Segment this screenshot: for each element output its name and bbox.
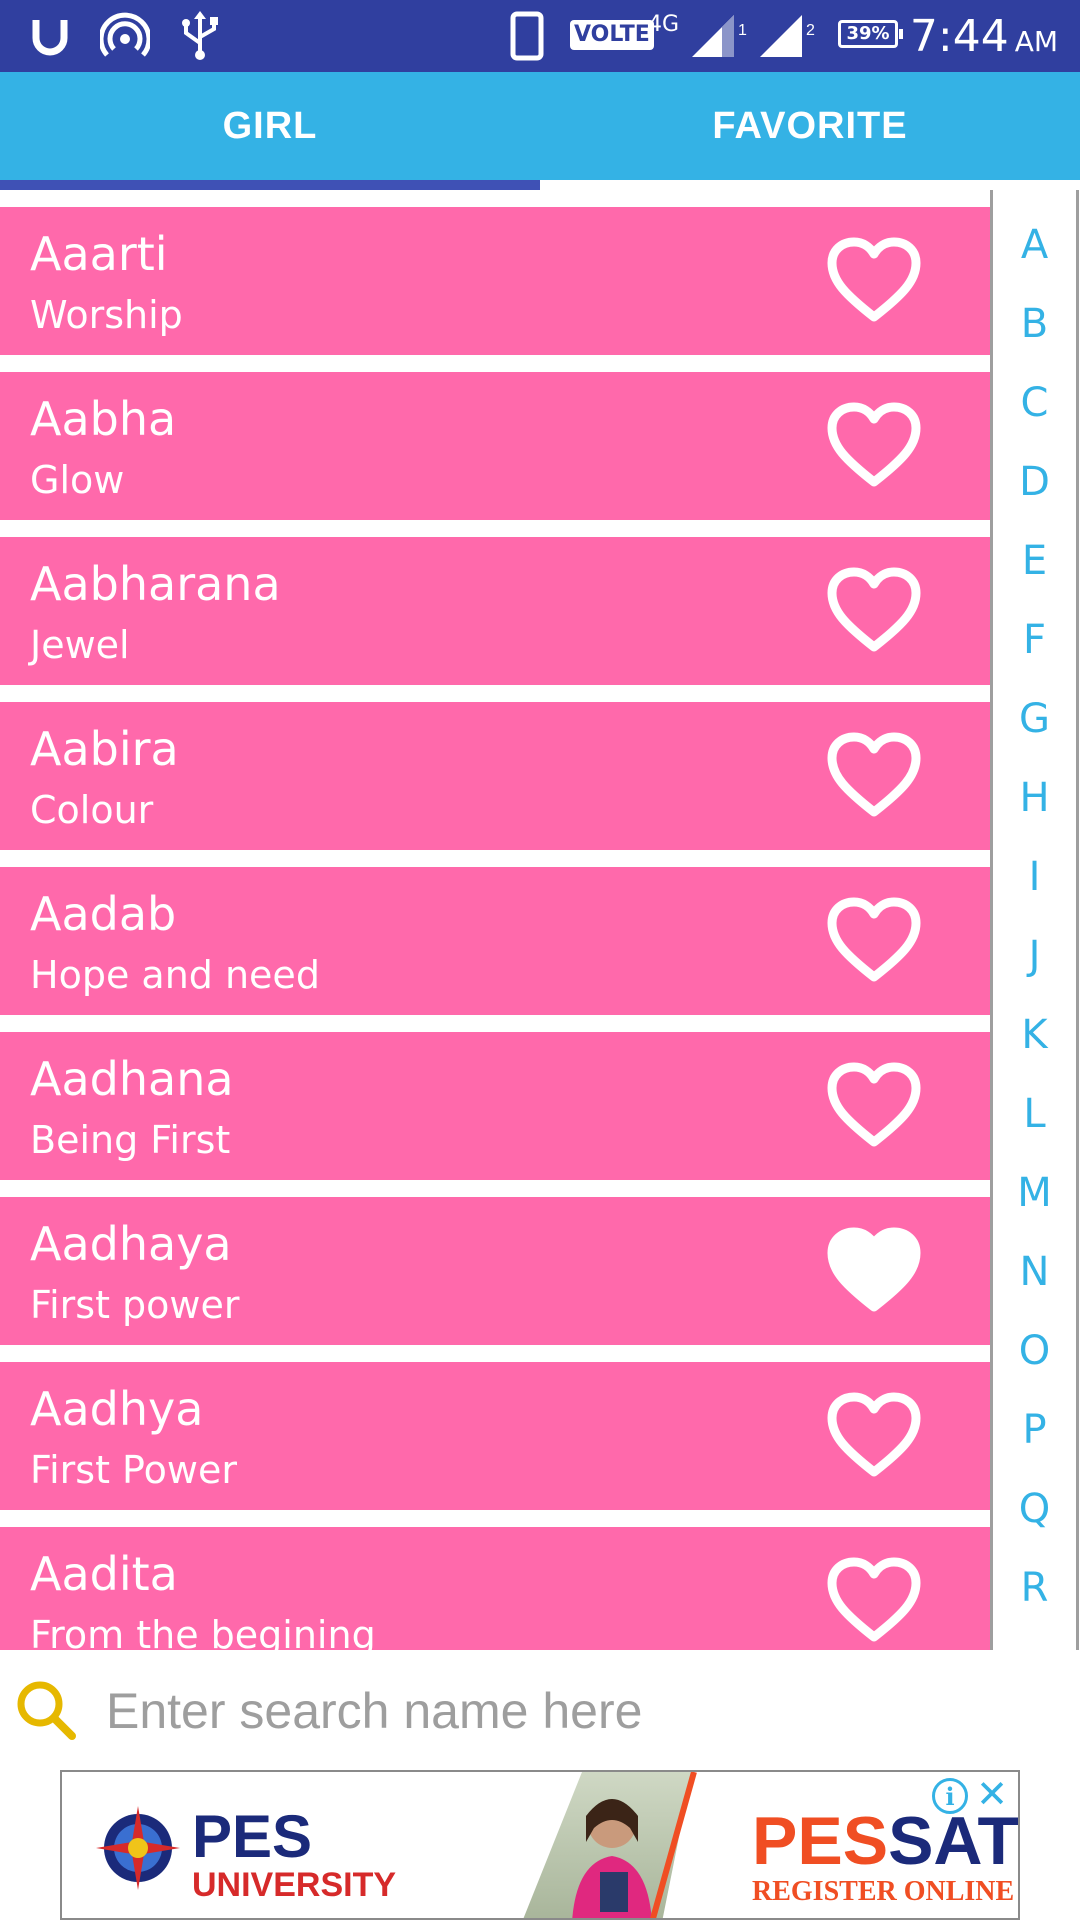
alphabet-letter-q[interactable]: Q <box>993 1469 1076 1548</box>
meaning-label: Worship <box>30 293 183 337</box>
ad-left-title: PES <box>192 1803 313 1870</box>
status-bar: VOLTE 4G 1 2 39% 7:44 AM <box>0 0 1080 72</box>
name-label: Aadhaya <box>30 1217 232 1271</box>
heart-outline-icon[interactable] <box>826 567 922 653</box>
phone-icon <box>510 0 544 72</box>
tab-indicator <box>0 180 540 190</box>
alphabet-letter-d[interactable]: D <box>993 442 1076 521</box>
alphabet-letter-i[interactable]: I <box>993 837 1076 916</box>
ad-info-icon[interactable]: i <box>932 1778 968 1814</box>
heart-outline-icon[interactable] <box>826 897 922 983</box>
heart-outline-icon[interactable] <box>826 237 922 323</box>
list-item[interactable]: Aadab Hope and need <box>0 867 990 1015</box>
list-item[interactable]: Aaarti Worship <box>0 207 990 355</box>
scrollbar[interactable] <box>1076 190 1079 1650</box>
list-item[interactable]: Aadhaya First power <box>0 1197 990 1345</box>
names-list[interactable]: Aaarti Worship Aabha Glow Aabharana Jewel Aabi… <box>0 190 990 1650</box>
alphabet-letter-k[interactable]: K <box>993 995 1076 1074</box>
alphabet-index[interactable]: ABCDEFGHIJKLMNOPQR <box>993 205 1076 1627</box>
ad-right-subtitle: REGISTER ONLINE <box>752 1876 1015 1907</box>
heart-outline-icon[interactable] <box>826 732 922 818</box>
name-label: Aabharana <box>30 557 281 611</box>
name-label: Aadita <box>30 1547 178 1601</box>
network-type: 4G <box>648 12 680 37</box>
pes-logo-icon <box>92 1802 184 1899</box>
heart-outline-icon[interactable] <box>826 1557 922 1643</box>
alphabet-letter-b[interactable]: B <box>993 284 1076 363</box>
meaning-label: First Power <box>30 1448 237 1492</box>
search-input[interactable] <box>104 1670 1048 1752</box>
search-bar <box>0 1650 1080 1770</box>
name-label: Aabha <box>30 392 177 446</box>
alphabet-letter-p[interactable]: P <box>993 1390 1076 1469</box>
volte-badge: VOLTE <box>570 20 654 50</box>
ad-photo <box>462 1772 722 1918</box>
list-item[interactable]: Aabira Colour <box>0 702 990 850</box>
hotspot-icon <box>100 0 150 72</box>
sim1-label: 1 <box>738 22 747 39</box>
meaning-label: Jewel <box>30 623 130 667</box>
heart-outline-icon[interactable] <box>826 1062 922 1148</box>
alphabet-letter-c[interactable]: C <box>993 363 1076 442</box>
alphabet-letter-o[interactable]: O <box>993 1311 1076 1390</box>
sim2-label: 2 <box>806 22 815 39</box>
meaning-label: From the begining <box>30 1613 376 1650</box>
alphabet-letter-f[interactable]: F <box>993 600 1076 679</box>
list-item[interactable]: Aadhana Being First <box>0 1032 990 1180</box>
tab-favorite[interactable]: FAVORITE <box>540 72 1080 180</box>
alphabet-letter-j[interactable]: J <box>993 916 1076 995</box>
battery-icon: 39% <box>838 20 903 48</box>
meaning-label: Being First <box>30 1118 231 1162</box>
meaning-label: Colour <box>30 788 154 832</box>
tab-girl[interactable]: GIRL <box>0 72 540 180</box>
ad-right-title-part1: PES <box>752 1803 889 1879</box>
u-icon <box>30 0 70 72</box>
alphabet-letter-a[interactable]: A <box>993 205 1076 284</box>
name-label: Aadab <box>30 887 177 941</box>
signal-icon-sim2 <box>758 0 808 72</box>
list-item[interactable]: Aabharana Jewel <box>0 537 990 685</box>
signal-icon-sim1 <box>690 0 740 72</box>
clock-ampm: AM <box>1014 24 1058 58</box>
ad-left-panel: PES UNIVERSITY <box>62 1772 462 1918</box>
meaning-label: Glow <box>30 458 125 502</box>
meaning-label: Hope and need <box>30 953 320 997</box>
alphabet-letter-g[interactable]: G <box>993 679 1076 758</box>
name-label: Aadhya <box>30 1382 204 1436</box>
alphabet-letter-l[interactable]: L <box>993 1074 1076 1153</box>
heart-filled-icon[interactable] <box>826 1227 922 1313</box>
clock-time: 7:44 <box>909 10 1009 62</box>
search-icon[interactable] <box>14 1678 78 1742</box>
alphabet-letter-h[interactable]: H <box>993 758 1076 837</box>
name-label: Aadhana <box>30 1052 234 1106</box>
meaning-label: First power <box>30 1283 240 1327</box>
alphabet-letter-m[interactable]: M <box>993 1153 1076 1232</box>
list-item[interactable]: Aadita From the begining <box>0 1527 990 1650</box>
heart-outline-icon[interactable] <box>826 402 922 488</box>
alphabet-letter-r[interactable]: R <box>993 1548 1076 1627</box>
tab-bar: GIRL FAVORITE <box>0 72 1080 180</box>
alphabet-letter-e[interactable]: E <box>993 521 1076 600</box>
list-item[interactable]: Aadhya First Power <box>0 1362 990 1510</box>
clock: 7:44 AM <box>910 0 1058 72</box>
list-item[interactable]: Aabha Glow <box>0 372 990 520</box>
usb-icon <box>178 0 222 72</box>
ad-banner[interactable]: PES UNIVERSITY PESSAT REGISTER ONLINE i … <box>60 1770 1020 1920</box>
heart-outline-icon[interactable] <box>826 1392 922 1478</box>
alphabet-letter-n[interactable]: N <box>993 1232 1076 1311</box>
name-label: Aaarti <box>30 227 168 281</box>
name-label: Aabira <box>30 722 179 776</box>
ad-left-subtitle: UNIVERSITY <box>192 1866 397 1904</box>
ad-close-icon[interactable]: ✕ <box>974 1772 1010 1816</box>
